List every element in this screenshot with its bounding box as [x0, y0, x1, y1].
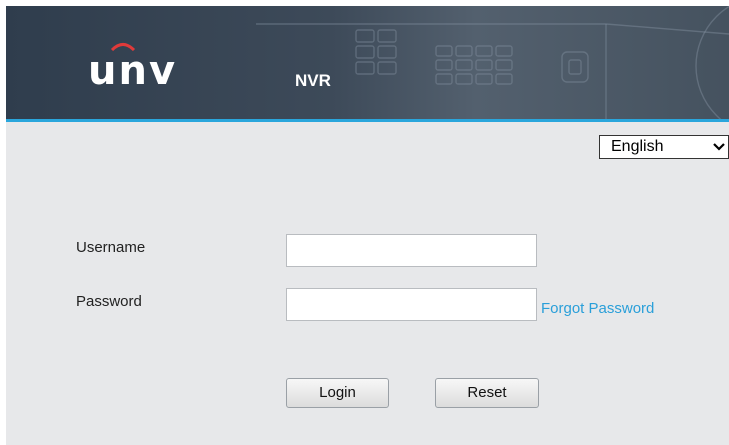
login-button[interactable]: Login [286, 378, 389, 408]
reset-button[interactable]: Reset [435, 378, 539, 408]
language-select[interactable]: English [599, 135, 729, 159]
forgot-password-link[interactable]: Forgot Password [541, 300, 654, 317]
header-accent-line [6, 119, 729, 122]
username-label: Username [76, 239, 146, 256]
login-page: unv NVR English Username Password Forgot… [6, 6, 729, 445]
chevron-down-icon [713, 143, 725, 151]
password-input[interactable] [286, 288, 537, 321]
username-input[interactable] [286, 234, 537, 267]
language-selected: English [611, 138, 664, 155]
password-label: Password [76, 293, 142, 310]
header-banner: unv NVR [6, 6, 729, 119]
product-title: NVR [295, 71, 331, 90]
unv-logo: unv [88, 48, 178, 94]
